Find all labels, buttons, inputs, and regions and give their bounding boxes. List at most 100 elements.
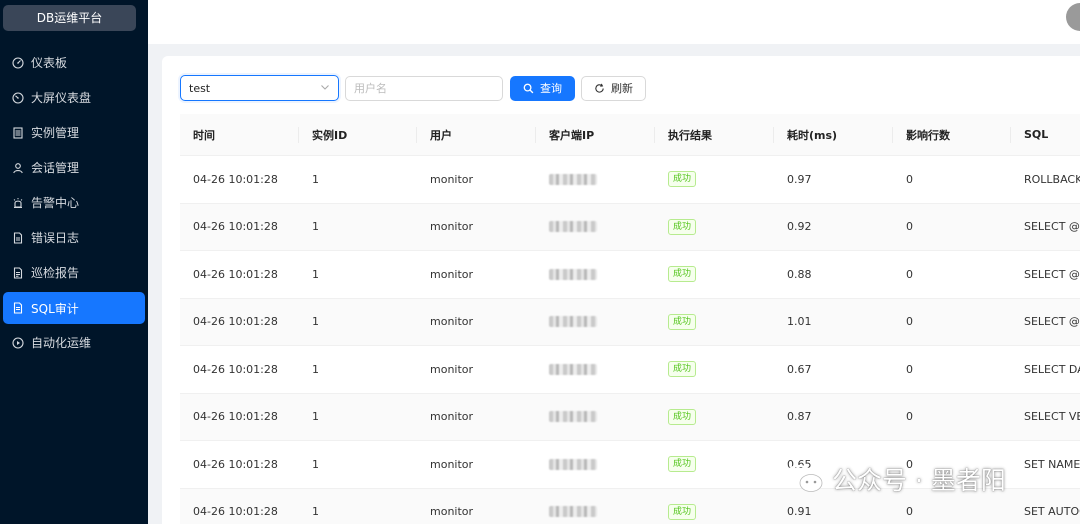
sidebar-item-label: 自动化运维 [31, 336, 92, 350]
sidebar-item-sql-audit[interactable]: SQL审计 [3, 292, 145, 324]
column-header-user[interactable]: 用户 [417, 114, 536, 155]
username-input[interactable] [345, 75, 503, 101]
redacted-ip [549, 268, 597, 280]
sidebar-item-instances[interactable]: 实例管理 [0, 115, 148, 150]
cell-sql[interactable]: SELECT @@ [1011, 251, 1080, 298]
cell-instance-id: 1 [312, 172, 319, 186]
cell-sql[interactable]: ROLLBACK [1011, 156, 1080, 203]
top-header [148, 0, 1080, 44]
cell-cost: 1.01 [787, 315, 812, 329]
cell-result: 成功 [655, 489, 774, 524]
status-badge: 成功 [668, 408, 697, 425]
redacted-ip [549, 458, 597, 470]
sidebar: DB运维平台 仪表板 大屏仪表盘 实例管理 会话管理 告警中心 错误日志 巡检报… [0, 0, 148, 524]
cell-sql[interactable]: SELECT VER [1011, 394, 1080, 441]
column-header-time[interactable]: 时间 [180, 114, 299, 155]
sidebar-item-inspection-report[interactable]: 巡检报告 [0, 255, 148, 290]
status-badge: 成功 [668, 171, 697, 188]
table-row[interactable]: 04-26 10:01:28 1 monitor 成功 0.88 0 SELECT @@ [180, 251, 1080, 299]
status-badge: 成功 [668, 218, 697, 235]
sidebar-item-label: 巡检报告 [31, 266, 80, 280]
column-header-cost[interactable]: 耗时(ms) [774, 114, 893, 155]
redacted-ip [549, 221, 597, 233]
sidebar-item-big-screen[interactable]: 大屏仪表盘 [0, 80, 148, 115]
cell-time: 04-26 10:01:28 [193, 172, 278, 186]
refresh-button[interactable]: 刷新 [581, 75, 646, 101]
status-badge: 成功 [668, 361, 697, 378]
status-badge: 成功 [668, 503, 697, 520]
sidebar-item-automation[interactable]: 自动化运维 [0, 325, 148, 360]
cell-affected-rows: 0 [906, 172, 913, 186]
cell-client-ip [536, 489, 655, 524]
cell-time: 04-26 10:01:28 [193, 267, 278, 281]
cell-instance-id: 1 [312, 220, 319, 234]
cell-affected-rows: 0 [906, 410, 913, 424]
cell-user: monitor [430, 315, 474, 329]
cell-time: 04-26 10:01:28 [193, 505, 278, 519]
cell-client-ip [536, 156, 655, 203]
cell-result: 成功 [655, 441, 774, 488]
cell-user: monitor [430, 267, 474, 281]
cell-time: 04-26 10:01:28 [193, 457, 278, 471]
instance-select-value: test [189, 81, 211, 95]
avatar[interactable] [1066, 3, 1080, 31]
cell-instance-id: 1 [312, 362, 319, 376]
cell-instance-id: 1 [312, 315, 319, 329]
sidebar-item-error-log[interactable]: 错误日志 [0, 220, 148, 255]
cell-instance-id: 1 [312, 267, 319, 281]
play-circle-icon [12, 336, 24, 349]
cell-sql[interactable]: SET AUTOC [1011, 489, 1080, 524]
cell-user: monitor [430, 505, 474, 519]
cell-time: 04-26 10:01:28 [193, 362, 278, 376]
cell-cost: 0.92 [787, 220, 812, 234]
chevron-down-icon [320, 82, 330, 95]
redacted-ip [549, 363, 597, 375]
content-card: test 查询 刷新 时间 实例ID 用户 客户端IP 执行结果 耗时(ms) … [162, 56, 1080, 524]
app-logo: DB运维平台 [3, 5, 136, 31]
refresh-icon [595, 83, 604, 93]
cell-time: 04-26 10:01:28 [193, 220, 278, 234]
cell-affected-rows: 0 [906, 267, 913, 281]
sidebar-item-label: 错误日志 [31, 231, 80, 245]
dashboard-icon [12, 56, 24, 69]
cell-sql[interactable]: SET NAMES [1011, 441, 1080, 488]
redacted-ip [549, 173, 597, 185]
table-row[interactable]: 04-26 10:01:28 1 monitor 成功 0.87 0 SELECT VER [180, 393, 1080, 441]
cell-sql[interactable]: SELECT @@ [1011, 204, 1080, 251]
sidebar-item-label: 大屏仪表盘 [31, 91, 92, 105]
column-header-result[interactable]: 执行结果 [655, 114, 774, 155]
column-header-client-ip[interactable]: 客户端IP [536, 114, 655, 155]
cell-client-ip [536, 346, 655, 393]
cell-result: 成功 [655, 204, 774, 251]
sidebar-item-sessions[interactable]: 会话管理 [0, 150, 148, 185]
cell-sql[interactable]: SELECT DAT [1011, 346, 1080, 393]
cell-client-ip [536, 299, 655, 346]
column-header-instance-id[interactable]: 实例ID [299, 114, 417, 155]
cell-cost: 0.97 [787, 172, 812, 186]
column-header-sql[interactable]: SQL [1011, 114, 1080, 155]
cell-client-ip [536, 394, 655, 441]
sidebar-item-label: SQL审计 [31, 301, 79, 316]
cell-affected-rows: 0 [906, 362, 913, 376]
database-icon [12, 126, 24, 139]
sidebar-item-alerts[interactable]: 告警中心 [0, 185, 148, 220]
table-row[interactable]: 04-26 10:01:28 1 monitor 成功 0.67 0 SELECT DAT [180, 346, 1080, 394]
table-row[interactable]: 04-26 10:01:28 1 monitor 成功 0.92 0 SELECT @@ [180, 203, 1080, 251]
instance-select[interactable]: test [180, 75, 339, 101]
cell-sql[interactable]: SELECT @@ [1011, 299, 1080, 346]
cell-result: 成功 [655, 156, 774, 203]
cell-user: monitor [430, 457, 474, 471]
file-icon [12, 231, 24, 244]
cell-instance-id: 1 [312, 410, 319, 424]
table-row[interactable]: 04-26 10:01:28 1 monitor 成功 1.01 0 SELECT @@ [180, 298, 1080, 346]
column-header-affected-rows[interactable]: 影响行数 [893, 114, 1011, 155]
gauge-icon [12, 91, 24, 104]
cell-instance-id: 1 [312, 505, 319, 519]
cell-user: monitor [430, 220, 474, 234]
cell-user: monitor [430, 172, 474, 186]
table-row[interactable]: 04-26 10:01:28 1 monitor 成功 0.97 0 ROLLBACK [180, 156, 1080, 204]
sidebar-item-dashboard[interactable]: 仪表板 [0, 45, 148, 80]
redacted-ip [549, 411, 597, 423]
cell-client-ip [536, 204, 655, 251]
query-button[interactable]: 查询 [510, 75, 575, 101]
